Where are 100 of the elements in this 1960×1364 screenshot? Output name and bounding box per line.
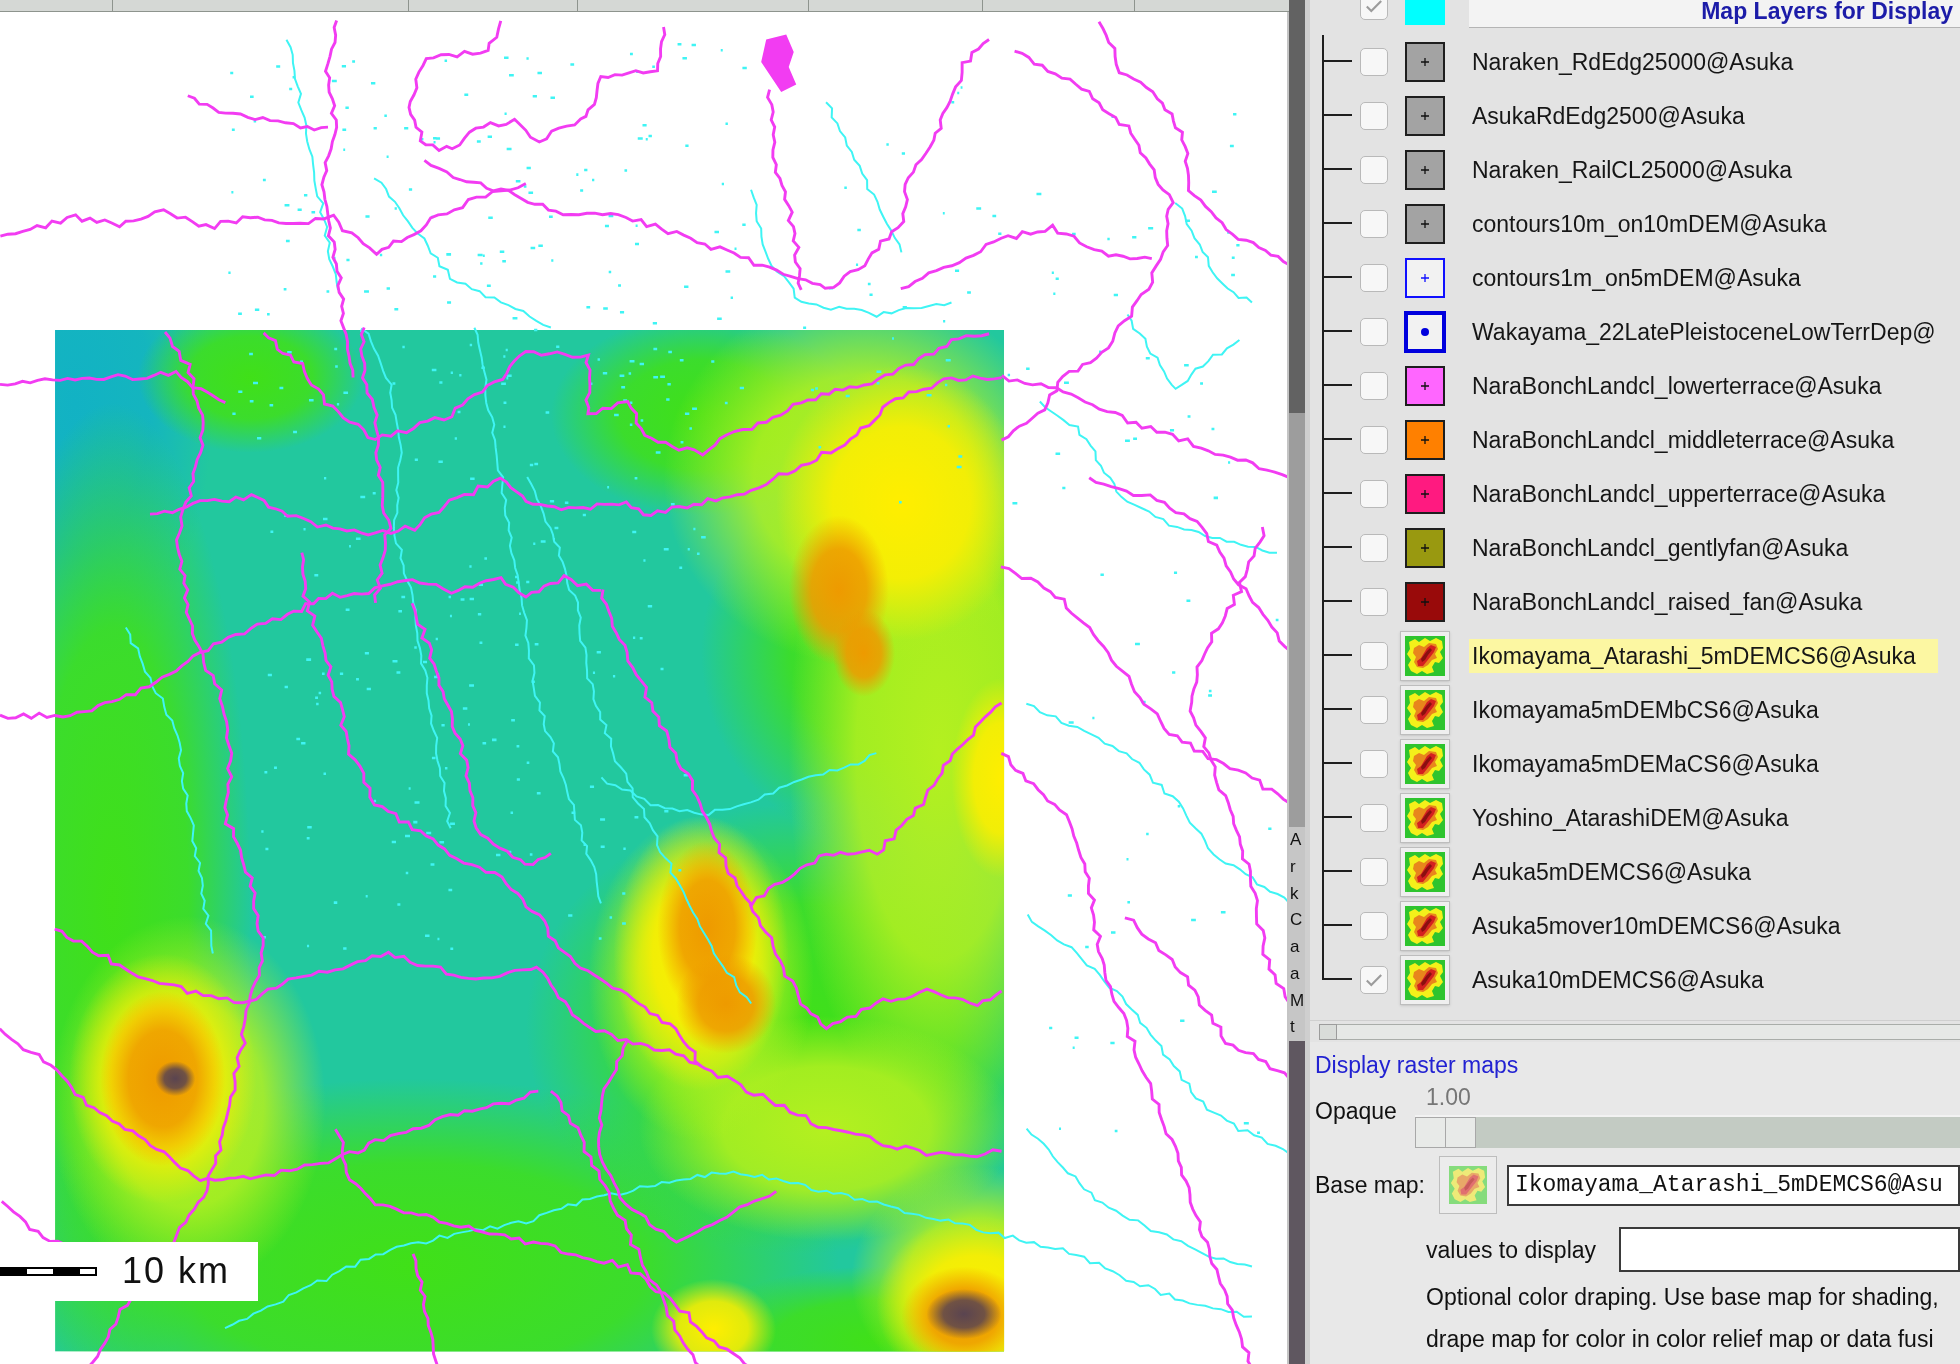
scale-label: 10 km <box>122 1253 231 1290</box>
layer-style-swatch[interactable] <box>1405 42 1445 82</box>
checkbox[interactable] <box>1360 480 1388 508</box>
layer-style-button[interactable] <box>1400 631 1450 681</box>
layer-name[interactable]: Yoshino_AtarashiDEM@Asuka <box>1469 801 1792 835</box>
clipped-text: a <box>1289 936 1300 958</box>
scrollbar-thumb[interactable] <box>1319 1023 1337 1040</box>
checkbox[interactable] <box>1360 372 1388 400</box>
relief-thumbnail-icon <box>1405 744 1445 784</box>
checkbox[interactable] <box>1360 696 1388 724</box>
help-text: Optional color draping. Use base map for shading, <box>1426 1284 1939 1310</box>
checkbox[interactable] <box>1360 318 1388 346</box>
clipped-text: r <box>1289 855 1296 878</box>
relief-thumbnail-icon <box>1405 636 1445 676</box>
color-swatch[interactable] <box>1405 0 1445 25</box>
layer-style-button[interactable] <box>1400 901 1450 951</box>
layer-name[interactable]: NaraBonchLandcl_lowerterrace@Asuka <box>1469 369 1885 403</box>
layer-style-swatch[interactable] <box>1405 150 1445 190</box>
relief-thumbnail-icon <box>1405 852 1445 892</box>
checkbox[interactable] <box>1360 642 1388 670</box>
layer-style-button[interactable] <box>1400 955 1450 1005</box>
checkbox[interactable] <box>1360 750 1388 778</box>
dot-icon <box>1421 328 1429 336</box>
layer-name[interactable]: Ikomayama5mDEMaCS6@Asuka <box>1469 747 1822 781</box>
plus-icon <box>1421 382 1429 390</box>
layer-name[interactable]: Naraken_RailCL25000@Asuka <box>1469 153 1795 187</box>
checkbox[interactable] <box>1360 426 1388 454</box>
checkbox[interactable] <box>1360 48 1388 76</box>
base-map-button[interactable] <box>1439 1156 1497 1214</box>
checkmark-icon <box>1365 972 1383 988</box>
plus-icon <box>1421 274 1429 282</box>
relief-thumbnail-icon <box>1405 906 1445 946</box>
opacity-label: Opaque <box>1315 1097 1398 1125</box>
checkmark-icon <box>1365 0 1383 14</box>
clipped-text: A <box>1289 829 1302 851</box>
clipped-text: a <box>1289 962 1300 985</box>
plus-icon <box>1421 220 1429 228</box>
clipped-text: M <box>1289 989 1305 1012</box>
layer-name[interactable]: AsukaRdEdg2500@Asuka <box>1469 99 1748 133</box>
layer-style-swatch[interactable] <box>1405 366 1445 406</box>
checkbox[interactable] <box>1360 264 1388 292</box>
values-label: values to display <box>1426 1235 1598 1264</box>
checkbox[interactable] <box>1360 588 1388 616</box>
layer-name[interactable]: Ikomayama5mDEMbCS6@Asuka <box>1469 693 1822 727</box>
opacity-slider[interactable] <box>1415 1115 1960 1148</box>
values-field[interactable] <box>1619 1227 1960 1272</box>
layer-name[interactable]: contours1m_on5mDEM@Asuka <box>1469 261 1804 295</box>
layer-style-swatch[interactable] <box>1405 528 1445 568</box>
scrollbar-track[interactable] <box>1319 1023 1960 1040</box>
plus-icon <box>1421 544 1429 552</box>
checkbox[interactable] <box>1360 804 1388 832</box>
relief-thumbnail-icon <box>1405 690 1445 730</box>
relief-thumbnail-icon <box>1405 798 1445 838</box>
checkbox[interactable] <box>1360 858 1388 886</box>
checkbox[interactable] <box>1360 0 1388 20</box>
layer-style-button[interactable] <box>1400 847 1450 897</box>
plus-icon <box>1421 436 1429 444</box>
relief-thumbnail-icon <box>1405 960 1445 1000</box>
relief-thumbnail-icon <box>1449 1166 1487 1204</box>
checkbox[interactable] <box>1360 966 1388 994</box>
layer-style-button[interactable] <box>1400 685 1450 735</box>
layer-style-button[interactable] <box>1400 739 1450 789</box>
layer-name[interactable]: NaraBonchLandcl_upperterrace@Asuka <box>1469 477 1889 511</box>
layer-style-swatch[interactable] <box>1405 420 1445 460</box>
layer-style-swatch[interactable] <box>1405 582 1445 622</box>
layer-name[interactable]: NaraBonchLandcl_middleterrace@Asuka <box>1469 423 1898 457</box>
layer-name[interactable]: Asuka5mover10mDEMCS6@Asuka <box>1469 909 1844 943</box>
layer-name[interactable]: Asuka5mDEMCS6@Asuka <box>1469 855 1754 889</box>
clipped-text: t <box>1289 1016 1295 1039</box>
panel-header: Map Layers for Display <box>1469 0 1960 28</box>
checkbox[interactable] <box>1360 156 1388 184</box>
layer-name[interactable]: Naraken_RdEdg25000@Asuka <box>1469 45 1797 79</box>
base-map-field[interactable]: Ikomayama_Atarashi_5mDEMCS6@Asu <box>1507 1164 1960 1206</box>
slider-thumb[interactable] <box>1415 1117 1476 1148</box>
display-raster-maps-link[interactable]: Display raster maps <box>1315 1051 1519 1079</box>
checkbox[interactable] <box>1360 912 1388 940</box>
layer-style-swatch[interactable] <box>1405 258 1445 298</box>
layer-name[interactable]: contours10m_on10mDEM@Asuka <box>1469 207 1830 241</box>
layer-name[interactable]: Ikomayama_Atarashi_5mDEMCS6@Asuka <box>1469 639 1938 673</box>
base-map-label: Base map: <box>1315 1171 1426 1199</box>
layer-name[interactable]: NaraBonchLandcl_gentlyfan@Asuka <box>1469 531 1852 565</box>
plus-icon <box>1421 490 1429 498</box>
plus-icon <box>1421 166 1429 174</box>
checkbox[interactable] <box>1360 102 1388 130</box>
checkbox[interactable] <box>1360 534 1388 562</box>
layer-style-swatch[interactable] <box>1405 96 1445 136</box>
opacity-reading: 1.00 <box>1426 1085 1471 1109</box>
layer-style-swatch[interactable] <box>1405 474 1445 514</box>
clipped-text: C <box>1289 909 1303 932</box>
layer-name[interactable]: Asuka10mDEMCS6@Asuka <box>1469 963 1767 997</box>
help-text: drape map for color in color relief map or data fusi <box>1426 1326 1934 1352</box>
plus-icon <box>1421 58 1429 66</box>
checkbox[interactable] <box>1360 210 1388 238</box>
layer-style-swatch[interactable] <box>1405 204 1445 244</box>
plus-icon <box>1421 598 1429 606</box>
layer-style-swatch[interactable] <box>1404 311 1446 353</box>
layer-name[interactable]: Wakayama_22LatePleistoceneLowTerrDep@ <box>1469 315 1939 349</box>
layer-style-button[interactable] <box>1400 793 1450 843</box>
clipped-text: k <box>1289 882 1299 905</box>
layer-name[interactable]: NaraBonchLandcl_raised_fan@Asuka <box>1469 585 1866 619</box>
